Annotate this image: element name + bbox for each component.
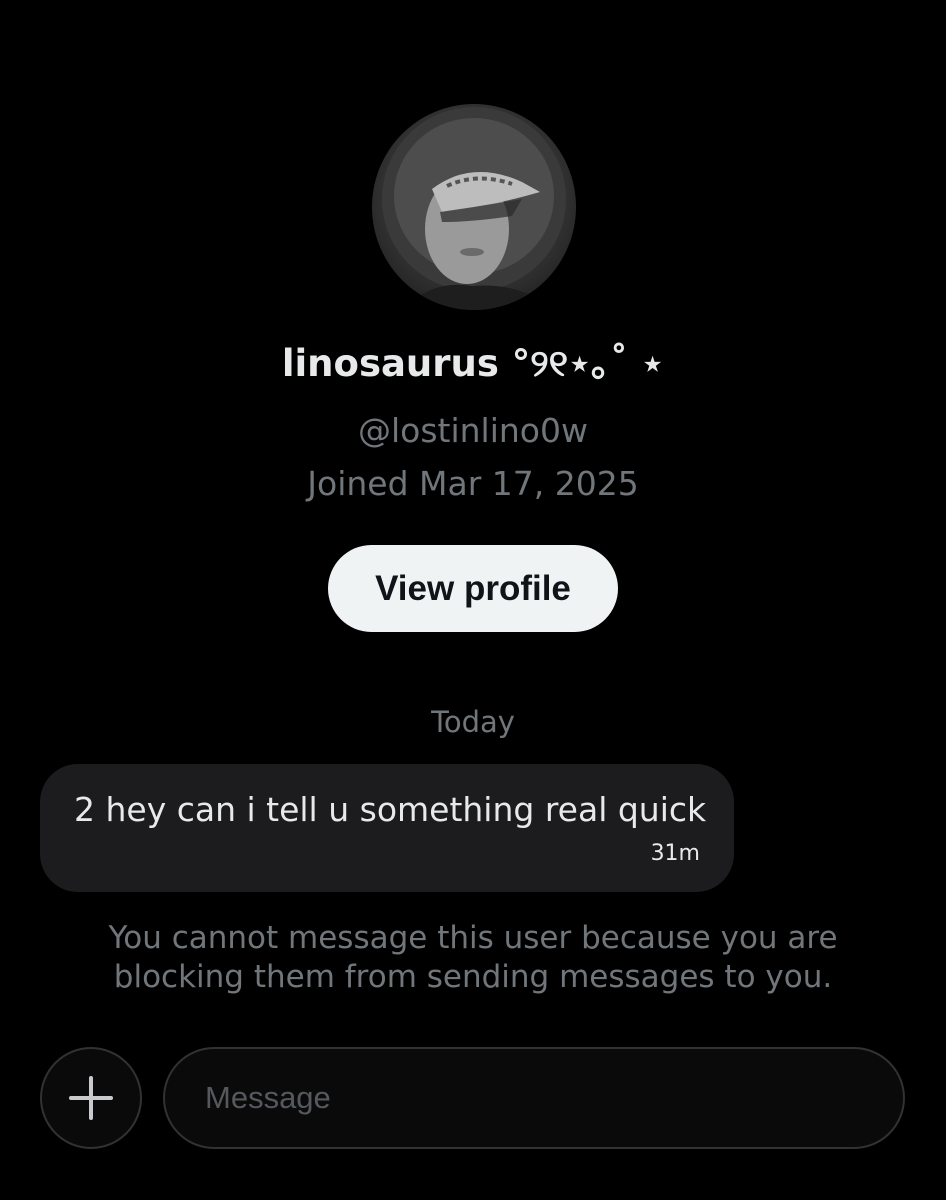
avatar-image xyxy=(382,107,566,310)
blocked-notice: You cannot message this user because you… xyxy=(108,920,838,995)
message-input[interactable] xyxy=(163,1047,905,1149)
message-bubble[interactable]: 2 hey can i tell u something real quick … xyxy=(40,764,734,892)
message-text: 2 hey can i tell u something real quick xyxy=(74,790,707,829)
view-profile-button[interactable]: View profile xyxy=(328,545,618,632)
plus-icon xyxy=(69,1076,113,1120)
date-divider: Today xyxy=(431,705,515,739)
joined-date: Joined Mar 17, 2025 xyxy=(307,464,639,503)
add-media-button[interactable] xyxy=(40,1047,142,1149)
user-handle: @lostinlino0w xyxy=(357,411,588,450)
avatar[interactable] xyxy=(372,104,576,310)
message-timestamp: 31m xyxy=(650,841,700,866)
display-name: linosaurus °୨୧⋆｡˚ ⋆ xyxy=(281,342,665,385)
